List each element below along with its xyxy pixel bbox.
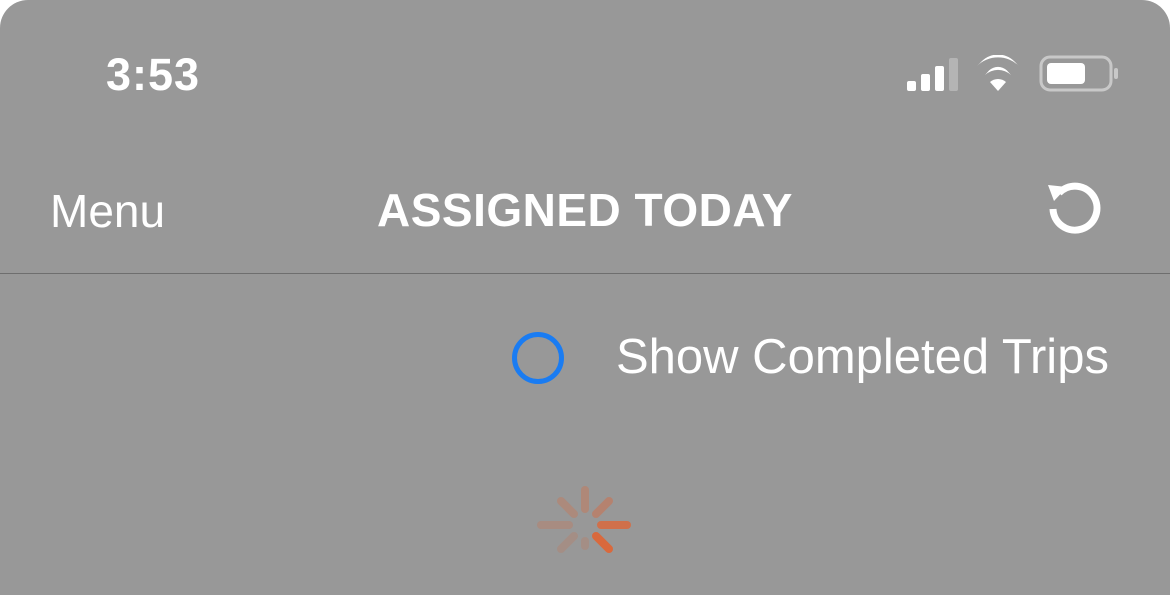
show-completed-toggle[interactable]: Show Completed Trips — [500, 322, 1140, 392]
battery-icon — [1039, 55, 1118, 92]
wifi-icon — [977, 55, 1019, 91]
navigation-bar: Menu ASSIGNED TODAY — [0, 140, 1170, 274]
loading-spinner — [537, 484, 633, 566]
status-icons — [905, 55, 1120, 95]
app-screen: 3:53 Menu ASSIGNED TODAY Show Completed … — [0, 0, 1170, 595]
status-time: 3:53 — [106, 49, 201, 100]
show-completed-label: Show Completed Trips — [616, 330, 1109, 384]
refresh-icon — [1048, 182, 1101, 234]
page-title: ASSIGNED TODAY — [377, 184, 793, 236]
loading-spinner-icon — [537, 486, 631, 553]
refresh-button[interactable] — [1040, 177, 1110, 237]
cellular-signal-icon — [907, 58, 958, 91]
radio-button[interactable] — [512, 332, 564, 384]
